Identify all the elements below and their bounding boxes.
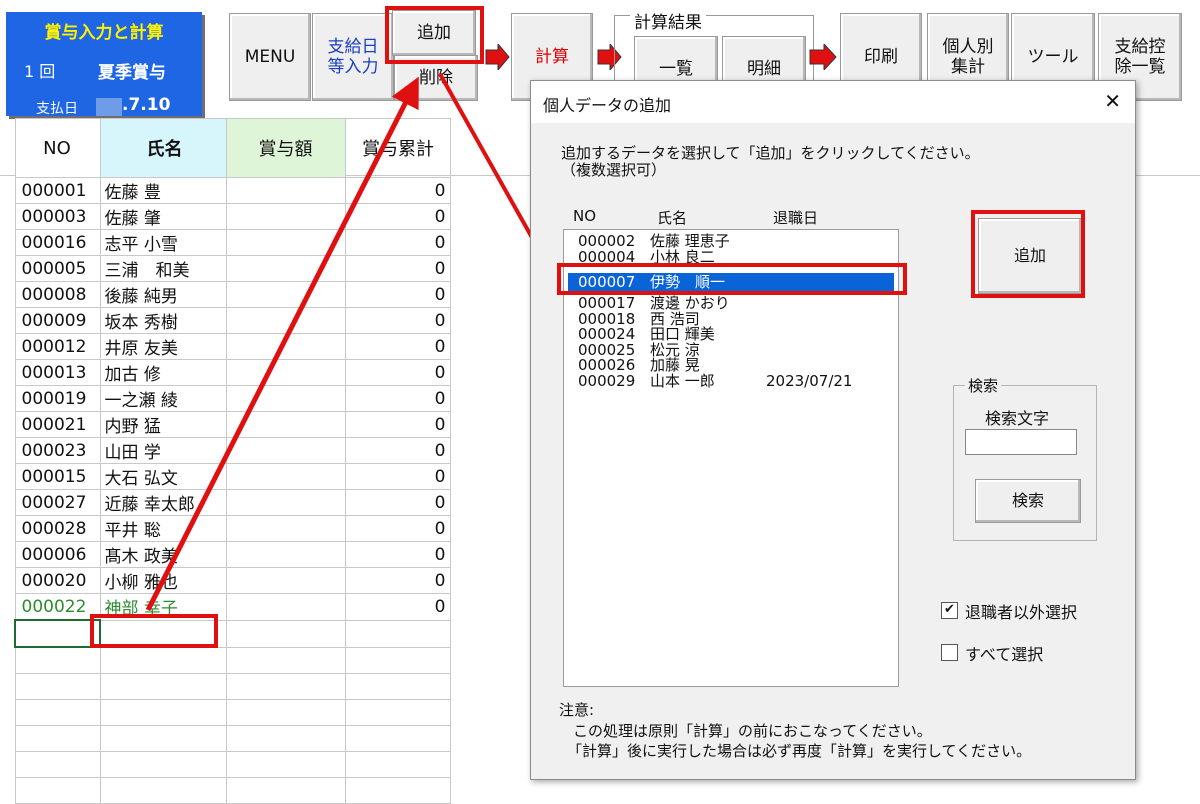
list-item-no: 000029 [578,371,636,390]
note-title: 注意: [559,701,595,719]
close-icon[interactable]: ✕ [1104,89,1121,113]
dialog-title: 個人データの追加 [543,96,672,115]
list-item-retire: 2023/07/21 [766,371,853,390]
list-item-no: 000007 [578,273,636,291]
list-item[interactable]: 000026 加藤 晃 [578,358,894,373]
search-button[interactable]: 検索 [975,479,1081,523]
list-item-name: 加藤 晃 [650,356,700,374]
list-header-retire: 退職日 [773,209,819,227]
list-item[interactable]: 000029 山本 一郎 2023/07/21 [578,371,894,390]
dialog-instruction: 追加するデータを選択して「追加」をクリックしてください。 （複数選択可） [561,144,980,179]
add-person-dialog: 個人データの追加 ✕ 追加するデータを選択して「追加」をクリックしてください。 … [530,80,1136,780]
list-item-no: 000026 [578,356,636,374]
list-item[interactable]: 000007 伊勢 順一 [568,273,894,291]
list-item[interactable]: 000024 田口 輝美 [578,327,894,342]
guide-arrow-to-add [145,76,419,612]
list-item-no: 000002 [578,232,636,250]
note-line-1: この処理は原則「計算」の前におこなってください。 [573,722,932,740]
search-button-label: 検索 [1011,491,1044,511]
person-listbox[interactable]: 000002佐藤 理恵子000004小林 良二000007伊勢 順一000014… [563,229,899,687]
list-item-name: 渡邊 かおり [650,294,730,312]
highlight-dialog-add [971,210,1085,298]
list-item[interactable]: 000002 佐藤 理恵子 [578,234,894,249]
list-header-name: 氏名 [657,209,688,227]
list-item[interactable]: 000017 渡邊 かおり [578,296,894,311]
select-all-checkbox[interactable] [941,644,958,661]
list-item-no: 000024 [578,325,636,343]
list-item-name: 田口 輝美 [650,325,715,343]
search-label: 検索文字 [985,409,1050,428]
list-item-name: 伊勢 順一 [650,273,726,291]
list-item-name: 山本 一郎 [650,371,715,390]
select-all-label: すべて選択 [965,645,1044,664]
note-line-2: 「計算」後に実行した場合は必ず再度「計算」を実行してください。 [567,742,1032,760]
list-header-no: NO [573,207,597,225]
list-item-no: 000017 [578,294,636,312]
search-group-label: 検索 [965,375,1002,396]
dialog-titlebar: 個人データの追加 ✕ [531,81,1135,123]
list-item-name: 佐藤 理恵子 [650,232,730,250]
search-input[interactable] [965,429,1077,455]
active-only-checkbox[interactable]: ✔ [941,602,958,619]
active-only-label: 退職者以外選択 [965,603,1078,622]
